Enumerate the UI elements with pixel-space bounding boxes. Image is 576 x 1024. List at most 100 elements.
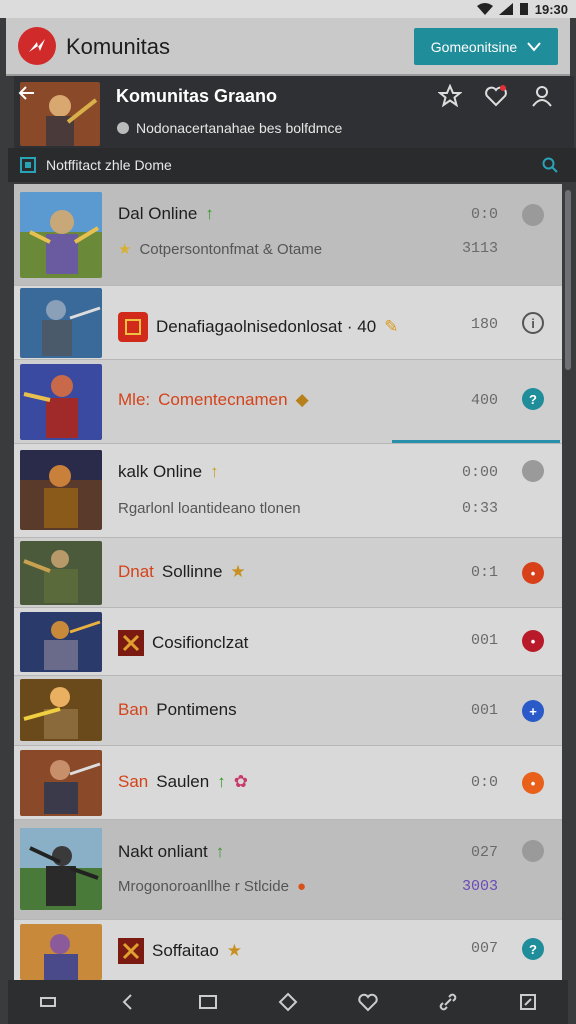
item-title-text: Dal Online <box>118 204 198 223</box>
item-progress-bar <box>392 440 560 443</box>
list-item[interactable]: San Saulen ↑ ✿ 0:0 • <box>14 746 562 820</box>
list-item[interactable]: Dnat Sollinne ★ 0:1 • <box>14 538 562 608</box>
star-icon: ★ <box>230 562 246 581</box>
trending-up-icon: ↑ <box>205 204 214 223</box>
item-count-secondary: 3113 <box>461 240 498 257</box>
app-bar: Komunitas Gomeonitsine <box>6 18 570 76</box>
community-dropdown-button[interactable]: Gomeonitsine <box>414 28 558 65</box>
star-icon: ★ <box>226 941 243 960</box>
game-thumbnail <box>20 541 102 605</box>
item-title-text: Comentecnamen <box>158 390 288 409</box>
star-icon: ★ <box>118 241 132 258</box>
help-icon[interactable]: ? <box>522 938 544 960</box>
notification-bar[interactable]: Notffitact zhle Dome <box>8 148 576 182</box>
pencil-icon: ✎ <box>384 317 399 336</box>
community-list: Dal Online ↑ ★ Cotpersontonfmat & Otame … <box>14 184 562 980</box>
item-count-secondary: 3003 <box>461 878 498 895</box>
item-prefix: Ban <box>118 700 149 719</box>
drop-icon: ● <box>296 878 306 895</box>
list-item[interactable]: Mle: Comentecnamen ◆ 400 ? <box>14 360 562 444</box>
app-title: Komunitas <box>66 34 170 59</box>
item-count: 027 <box>470 844 498 861</box>
heart-icon[interactable] <box>357 991 379 1013</box>
item-count: 0:00 <box>461 464 498 481</box>
list-item[interactable]: kalk Online ↑ Rgarlonl loantideano tlone… <box>14 444 562 538</box>
item-title-text: Saulen <box>156 772 210 791</box>
game-thumbnail <box>20 924 102 980</box>
app-badge-icon <box>118 938 144 964</box>
notification-text: Notffitact zhle Dome <box>46 157 172 173</box>
star-icon[interactable] <box>437 83 464 110</box>
status-badge-icon[interactable]: • <box>522 562 544 584</box>
item-count-secondary: 0:33 <box>461 500 498 517</box>
help-icon[interactable]: ? <box>522 388 544 410</box>
status-badge-icon[interactable]: • <box>522 630 544 652</box>
list-item[interactable]: Nakt onliant ↑ Mrogonoroanllhe r Stlcide… <box>14 820 562 920</box>
list-item[interactable]: Cosifionclzat 001 • <box>14 608 562 676</box>
back-arrow-icon[interactable] <box>18 84 36 102</box>
trending-up-icon: ↑ <box>217 772 226 791</box>
battery-icon <box>519 3 528 15</box>
list-item[interactable]: Dal Online ↑ ★ Cotpersontonfmat & Otame … <box>14 184 562 286</box>
status-dot-icon[interactable] <box>522 204 544 226</box>
game-thumbnail <box>20 612 102 672</box>
item-title-text: Cosifionclzat <box>152 633 249 652</box>
status-badge-icon[interactable]: • <box>522 772 544 794</box>
item-title-text: Pontimens <box>156 700 237 719</box>
item-title: San Saulen ↑ ✿ <box>118 772 248 792</box>
list-item[interactable]: Denafiagaolnisedonlosat · 40 ✎ 180 i <box>14 286 562 360</box>
item-count: 0:0 <box>470 774 498 791</box>
game-title: Komunitas Graano <box>116 86 278 106</box>
item-subtitle: ★ Cotpersontonfmat & Otame <box>118 240 322 259</box>
item-subtitle: Rgarlonl loantideano tlonen <box>118 500 301 517</box>
wifi-icon <box>476 3 493 15</box>
item-count: 001 <box>470 702 498 719</box>
item-count: 0:0 <box>470 206 498 223</box>
app-badge-icon <box>118 630 144 656</box>
item-title-text: Denafiagaolnisedonlosat · 40 <box>156 317 377 336</box>
game-subtitle: Nodonacertanahae bes bolfdmce <box>116 120 342 136</box>
item-count: 007 <box>470 940 498 957</box>
link-icon[interactable] <box>437 991 459 1013</box>
user-icon[interactable] <box>530 84 556 110</box>
search-icon[interactable] <box>542 157 558 173</box>
list-item[interactable]: Soffaitao ★ 007 ? <box>14 920 562 980</box>
expand-icon[interactable] <box>517 991 539 1013</box>
item-prefix: Dnat <box>118 562 154 581</box>
item-title-text: Nakt onliant <box>118 842 208 861</box>
status-bar: 19:30 <box>0 0 576 18</box>
item-prefix: Mle: <box>118 390 151 409</box>
square-icon[interactable] <box>197 991 219 1013</box>
scrollbar[interactable] <box>565 190 571 370</box>
item-title: Cosifionclzat <box>118 630 248 656</box>
item-count: 0:1 <box>470 564 498 581</box>
app-badge-icon <box>118 312 148 342</box>
status-dot-icon[interactable] <box>522 840 544 862</box>
info-icon[interactable]: i <box>522 312 544 334</box>
notification-icon <box>20 157 36 173</box>
heart-icon[interactable] <box>484 84 510 110</box>
game-header: Komunitas Graano Nodonacertanahae bes bo… <box>14 76 574 148</box>
status-dot-icon[interactable] <box>522 460 544 482</box>
header-button-label: Gomeonitsine <box>430 38 518 55</box>
item-title-text: Soffaitao <box>152 941 219 960</box>
game-thumbnail <box>20 450 102 530</box>
signal-icon <box>498 3 513 15</box>
chevron-down-icon <box>527 41 541 52</box>
list-item[interactable]: Ban Pontimens 001 + <box>14 676 562 746</box>
game-thumbnail <box>20 828 102 910</box>
item-title: Ban Pontimens <box>118 700 237 720</box>
add-icon[interactable]: + <box>522 700 544 722</box>
app-logo-icon[interactable] <box>18 27 56 65</box>
game-actions <box>437 83 556 110</box>
item-title: Soffaitao ★ <box>118 938 242 964</box>
home-icon[interactable] <box>277 991 299 1013</box>
info-icon <box>117 122 129 134</box>
item-prefix: San <box>118 772 149 791</box>
back-icon[interactable] <box>117 991 139 1013</box>
item-count: 001 <box>470 632 498 649</box>
game-subtitle-text: Nodonacertanahae bes bolfdmce <box>136 120 343 136</box>
item-title: Nakt onliant ↑ <box>118 842 224 862</box>
trending-up-icon: ↑ <box>210 462 219 481</box>
menu-icon[interactable] <box>37 991 59 1013</box>
